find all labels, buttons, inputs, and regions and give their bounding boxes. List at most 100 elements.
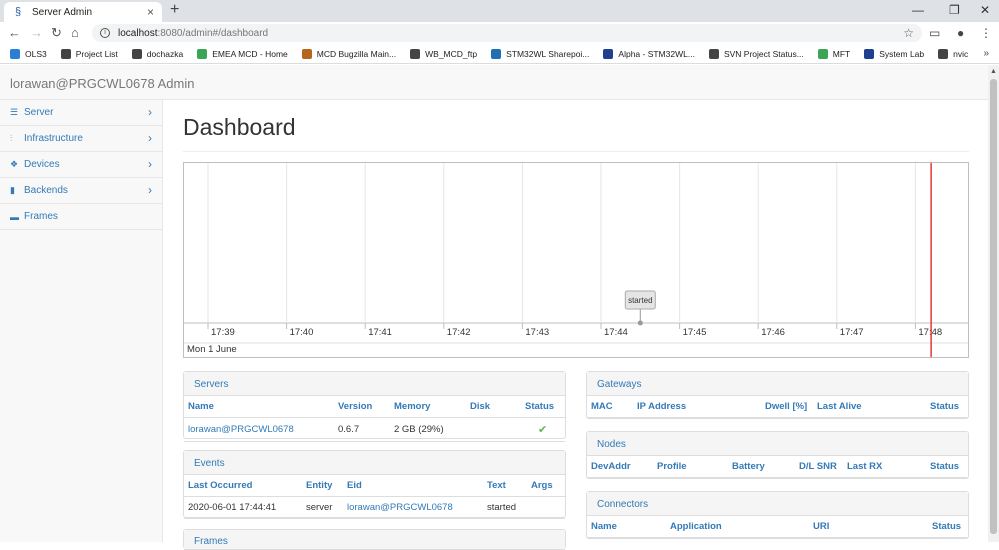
chevron-right-icon: › (148, 105, 152, 119)
gateways-column-header[interactable]: Dwell [%] (761, 396, 813, 418)
gateways-column-header[interactable]: IP Address (633, 396, 761, 418)
bookmark-icon (864, 48, 875, 59)
bookmark-label: EMEA MCD - Home (212, 48, 288, 59)
connectors-column-header[interactable]: Application (666, 516, 809, 538)
extension-icon[interactable]: ▭ (929, 22, 940, 44)
sidebar-item-devices[interactable]: ❖ Devices › (0, 152, 162, 178)
server-name-link[interactable]: lorawan@PRGCWL0678 (184, 417, 334, 442)
comments-icon: ▬ (10, 211, 19, 222)
browser-tab-active[interactable]: § Server Admin × (4, 2, 162, 22)
connectors-column-header[interactable]: URI (809, 516, 928, 538)
connectors-column-header[interactable]: Status (928, 516, 968, 538)
bookmark-item[interactable]: dochazka (131, 48, 184, 59)
bookmark-item[interactable]: MFT (817, 48, 850, 59)
bookmark-item[interactable]: OLS3 (10, 48, 47, 59)
events-column-header[interactable]: Eid (343, 475, 483, 497)
timeline-tick-label: 17:42 (447, 327, 471, 338)
nodes-column-header[interactable]: D/L SNR (795, 456, 843, 478)
scrollbar-thumb[interactable] (990, 79, 997, 534)
browser-tab-title: Server Admin (32, 6, 93, 18)
gateways-column-header[interactable]: Last Alive (813, 396, 926, 418)
bookmark-label: SVN Project Status... (723, 48, 804, 59)
site-info-icon[interactable]: i (100, 28, 110, 38)
nodes-column-header[interactable]: Profile (653, 456, 728, 478)
address-bar[interactable]: i localhost :8080/admin#/dashboard ☆ (92, 24, 922, 42)
reload-icon[interactable]: ↻ (51, 22, 62, 44)
sidebar-item-server[interactable]: ☰ Server › (0, 100, 162, 126)
connectors-panel: Connectors Name Application URI Status (586, 491, 969, 539)
maximize-icon[interactable]: ❐ (949, 3, 960, 17)
more-bookmarks-icon[interactable]: » (983, 48, 989, 59)
bookmark-icon (491, 48, 502, 59)
gateways-column-header[interactable]: Status (926, 396, 968, 418)
app-brand[interactable]: lorawan@PRGCWL0678 Admin (10, 76, 194, 91)
bookmark-item[interactable]: Alpha - STM32WL... (603, 48, 695, 59)
servers-column-header[interactable]: Disk (466, 396, 521, 418)
bookmark-icon (708, 48, 719, 59)
frames-panel-heading[interactable]: Frames (184, 530, 565, 550)
nodes-panel-heading[interactable]: Nodes (587, 432, 968, 456)
nodes-column-header[interactable]: Battery (728, 456, 795, 478)
nodes-column-header[interactable]: DevAddr (587, 456, 653, 478)
bookmark-star-icon[interactable]: ☆ (903, 26, 914, 40)
forward-icon[interactable]: → (30, 22, 43, 44)
events-column-header[interactable]: Last Occurred (184, 475, 302, 497)
sidebar-item-infrastructure[interactable]: ⫶ Infrastructure › (0, 126, 162, 152)
timeline-chart[interactable]: 17:39 17:40 17:41 17:42 17:43 17:44 17:45 17:46… (183, 162, 969, 358)
bookmark-item[interactable]: MCD Bugzilla Main... (301, 48, 397, 59)
sidebar-item-backends[interactable]: ▮ Backends › (0, 178, 162, 204)
window-close-icon[interactable]: ✕ (980, 3, 990, 17)
bookmark-item[interactable]: Project List (60, 48, 118, 59)
bookmark-icon (938, 48, 949, 59)
new-tab-icon[interactable]: + (170, 1, 179, 19)
sidebar-item-frames[interactable]: ▬ Frames (0, 204, 162, 230)
bookmark-item[interactable]: STM32WL Sharepoi... (491, 48, 590, 59)
connectors-panel-heading[interactable]: Connectors (587, 492, 968, 516)
server-memory: 2 GB (29%) (390, 417, 466, 442)
timeline-date-label: Mon 1 June (187, 344, 237, 355)
nodes-column-header[interactable]: Last RX (843, 456, 926, 478)
event-args (527, 496, 565, 519)
gateways-panel-heading[interactable]: Gateways (587, 372, 968, 396)
bookmark-item[interactable]: WB_MCD_ftp (410, 48, 477, 59)
page-scrollbar[interactable]: ▲ (988, 65, 999, 542)
servers-column-header[interactable]: Status (521, 396, 565, 418)
bookmark-icon (10, 48, 20, 59)
events-column-header[interactable]: Entity (302, 475, 343, 497)
events-column-header[interactable]: Text (483, 475, 527, 497)
servers-panel-heading[interactable]: Servers (184, 372, 565, 396)
connectors-column-header[interactable]: Name (587, 516, 666, 538)
scroll-up-icon[interactable]: ▲ (990, 68, 997, 75)
back-icon[interactable]: ← (8, 22, 21, 44)
close-tab-icon[interactable]: × (147, 5, 154, 19)
timeline-event-dot[interactable] (637, 320, 643, 326)
events-panel: Events Last Occurred Entity Eid Text Args 20… (183, 450, 566, 519)
bookmark-icon (817, 48, 828, 59)
profile-icon[interactable]: ● (957, 22, 964, 44)
bookmark-item[interactable]: nvic (938, 48, 968, 59)
timeline-tick-label: 17:40 (290, 327, 314, 338)
servers-column-header[interactable]: Version (334, 396, 390, 418)
timeline-tick-label: 17:43 (525, 327, 549, 338)
minimize-icon[interactable]: — (912, 3, 924, 17)
browser-menu-icon[interactable]: ⋮ (980, 22, 992, 44)
bookmark-label: OLS3 (25, 48, 47, 59)
home-icon[interactable]: ⌂ (71, 22, 79, 44)
bookmark-label: dochazka (146, 48, 184, 59)
title-divider (183, 151, 969, 152)
bookmark-item[interactable]: System Lab (864, 48, 924, 59)
sidebar: ☰ Server › ⫶ Infrastructure › ❖ Devices › ▮ Backen… (0, 100, 163, 542)
bookmark-label: STM32WL Sharepoi... (506, 48, 590, 59)
servers-column-header[interactable]: Memory (390, 396, 466, 418)
bookmark-label: MCD Bugzilla Main... (316, 48, 397, 59)
event-eid-link[interactable]: lorawan@PRGCWL0678 (343, 496, 483, 519)
events-column-header[interactable]: Args (527, 475, 565, 497)
bookmark-item[interactable]: SVN Project Status... (708, 48, 804, 59)
frames-panel: Frames (183, 529, 566, 550)
nodes-panel: Nodes DevAddr Profile Battery D/L SNR Last R… (586, 431, 969, 479)
servers-column-header[interactable]: Name (184, 396, 334, 418)
events-panel-heading[interactable]: Events (184, 451, 565, 475)
bookmark-item[interactable]: EMEA MCD - Home (197, 48, 288, 59)
gateways-column-header[interactable]: MAC (587, 396, 633, 418)
nodes-column-header[interactable]: Status (926, 456, 968, 478)
